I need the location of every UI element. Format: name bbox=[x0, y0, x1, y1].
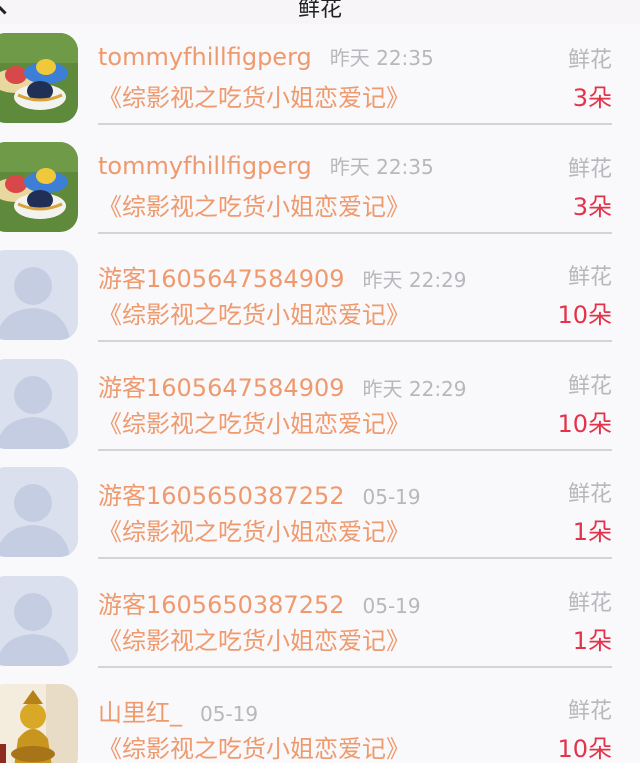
hats-photo-icon bbox=[0, 141, 78, 232]
username-text: 游客1605650387252 bbox=[98, 482, 345, 510]
gift-type: 鲜花 bbox=[567, 156, 612, 182]
username[interactable]: tommyfhillfigperg 昨天 22:35 bbox=[98, 151, 434, 180]
gift-type: 鲜花 bbox=[567, 699, 612, 724]
username-text: 游客1605647584909 bbox=[98, 265, 345, 293]
list-item[interactable]: 游客1605647584909 昨天 22:29 鲜花 《综影视之吃货小姐恋爱记》… bbox=[0, 350, 640, 459]
gold-statue-photo-icon bbox=[0, 684, 78, 763]
record-info: tommyfhillfigperg 昨天 22:35 鲜花 《综影视之吃货小姐恋爱… bbox=[98, 133, 612, 234]
book-title[interactable]: 《综影视之吃货小姐恋爱记》 bbox=[98, 404, 410, 439]
flower-record-list: tommyfhillfigperg 昨天 22:35 鲜花 《综影视之吃货小姐恋爱… bbox=[0, 24, 640, 763]
default-user-icon bbox=[0, 575, 78, 666]
gift-count: 3朵 bbox=[572, 192, 612, 221]
hats-photo-icon bbox=[0, 33, 78, 123]
default-user-icon bbox=[0, 467, 78, 557]
list-item[interactable]: 山里红_ 05-19 鲜花 《综影视之吃货小姐恋爱记》 10朵 bbox=[0, 675, 640, 763]
book-title[interactable]: 《综影视之吃货小姐恋爱记》 bbox=[98, 78, 410, 113]
record-info: 游客1605650387252 05-19 鲜花 《综影视之吃货小姐恋爱记》 1朵 bbox=[98, 567, 612, 668]
username-text: tommyfhillfigperg bbox=[98, 151, 312, 180]
book-title[interactable]: 《综影视之吃货小姐恋爱记》 bbox=[98, 187, 410, 222]
list-item[interactable]: tommyfhillfigperg 昨天 22:35 鲜花 《综影视之吃货小姐恋爱… bbox=[0, 133, 640, 242]
gift-count: 10朵 bbox=[557, 735, 612, 763]
list-item[interactable]: 游客1605647584909 昨天 22:29 鲜花 《综影视之吃货小姐恋爱记》… bbox=[0, 241, 640, 350]
avatar[interactable] bbox=[0, 575, 78, 666]
list-item[interactable]: 游客1605650387252 05-19 鲜花 《综影视之吃货小姐恋爱记》 1朵 bbox=[0, 567, 640, 676]
gift-type: 鲜花 bbox=[567, 373, 612, 399]
gift-count: 3朵 bbox=[572, 84, 612, 112]
list-item[interactable]: 游客1605650387252 05-19 鲜花 《综影视之吃货小姐恋爱记》 1朵 bbox=[0, 458, 640, 567]
book-title[interactable]: 《综影视之吃货小姐恋爱记》 bbox=[98, 512, 410, 547]
default-user-icon bbox=[0, 250, 78, 340]
record-info: 游客1605647584909 昨天 22:29 鲜花 《综影视之吃货小姐恋爱记》… bbox=[98, 350, 612, 451]
avatar[interactable] bbox=[0, 250, 78, 340]
timestamp: 05-19 bbox=[362, 593, 421, 618]
avatar[interactable] bbox=[0, 467, 78, 557]
timestamp: 昨天 22:35 bbox=[329, 46, 434, 70]
username[interactable]: 游客1605650387252 05-19 bbox=[98, 476, 421, 511]
record-info: 游客1605647584909 昨天 22:29 鲜花 《综影视之吃货小姐恋爱记》… bbox=[98, 241, 612, 342]
username[interactable]: 游客1605647584909 昨天 22:29 bbox=[98, 259, 467, 294]
record-info: 山里红_ 05-19 鲜花 《综影视之吃货小姐恋爱记》 10朵 bbox=[98, 675, 612, 763]
avatar[interactable] bbox=[0, 684, 78, 763]
book-title[interactable]: 《综影视之吃货小姐恋爱记》 bbox=[98, 295, 410, 330]
gift-type: 鲜花 bbox=[567, 590, 612, 616]
avatar[interactable] bbox=[0, 33, 78, 123]
record-info: 游客1605650387252 05-19 鲜花 《综影视之吃货小姐恋爱记》 1朵 bbox=[98, 458, 612, 559]
timestamp: 昨天 22:29 bbox=[362, 376, 467, 401]
record-info: tommyfhillfigperg 昨天 22:35 鲜花 《综影视之吃货小姐恋爱… bbox=[98, 24, 612, 125]
timestamp: 昨天 22:35 bbox=[329, 154, 434, 179]
gift-count: 1朵 bbox=[572, 518, 612, 546]
username[interactable]: 游客1605647584909 昨天 22:29 bbox=[98, 368, 467, 403]
username[interactable]: tommyfhillfigperg 昨天 22:35 bbox=[98, 42, 434, 71]
default-user-icon bbox=[0, 358, 78, 449]
avatar[interactable] bbox=[0, 141, 78, 232]
timestamp: 05-19 bbox=[200, 702, 259, 726]
username-text: 游客1605647584909 bbox=[98, 373, 345, 402]
timestamp: 昨天 22:29 bbox=[362, 268, 467, 292]
gift-type: 鲜花 bbox=[567, 48, 612, 73]
username[interactable]: 山里红_ 05-19 bbox=[98, 693, 258, 728]
avatar[interactable] bbox=[0, 358, 78, 449]
gift-type: 鲜花 bbox=[567, 265, 612, 290]
gift-type: 鲜花 bbox=[567, 482, 612, 507]
list-item[interactable]: tommyfhillfigperg 昨天 22:35 鲜花 《综影视之吃货小姐恋爱… bbox=[0, 24, 640, 133]
gift-count: 10朵 bbox=[557, 409, 612, 438]
username-text: tommyfhillfigperg bbox=[98, 43, 312, 71]
username-text: 游客1605650387252 bbox=[98, 590, 345, 619]
book-title[interactable]: 《综影视之吃货小姐恋爱记》 bbox=[98, 729, 410, 763]
page-title: 鲜花 bbox=[297, 0, 342, 22]
nav-bar: 鲜花 bbox=[0, 0, 640, 24]
username-text: 山里红_ bbox=[98, 699, 182, 727]
gift-count: 1朵 bbox=[572, 626, 612, 655]
gift-count: 10朵 bbox=[557, 301, 612, 329]
timestamp: 05-19 bbox=[362, 485, 421, 509]
book-title[interactable]: 《综影视之吃货小姐恋爱记》 bbox=[98, 621, 410, 656]
username[interactable]: 游客1605650387252 05-19 bbox=[98, 585, 421, 620]
